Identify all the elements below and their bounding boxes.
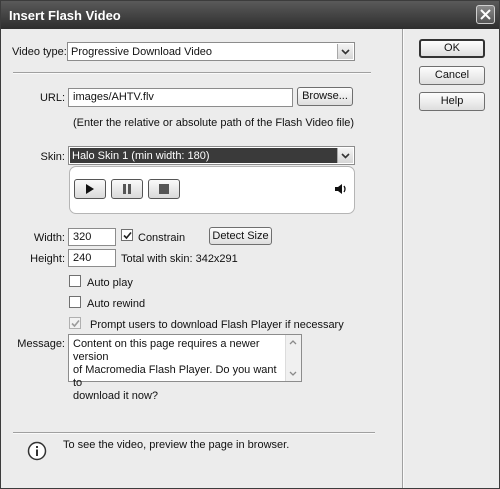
detect-size-button[interactable]: Detect Size (209, 227, 272, 245)
message-text: Content on this page requires a newer ve… (73, 338, 277, 402)
url-label: URL: (39, 92, 65, 104)
url-input[interactable]: images/AHTV.flv (68, 88, 293, 107)
title-bar: Insert Flash Video (1, 1, 499, 29)
volume-icon (335, 184, 346, 194)
top-divider (13, 72, 371, 74)
close-button[interactable] (476, 5, 495, 24)
skin-pause-button (111, 179, 143, 199)
video-type-dropdown-arrow[interactable] (337, 44, 353, 59)
skin-preview (69, 166, 355, 214)
message-label: Message: (17, 338, 65, 350)
skin-play-button (74, 179, 106, 199)
video-type-label: Video type: (12, 46, 67, 58)
url-hint: (Enter the relative or absolute path of … (73, 117, 355, 129)
skin-label: Skin: (40, 151, 65, 163)
video-type-select[interactable]: Progressive Download Video (67, 42, 355, 61)
chevron-down-icon (341, 49, 350, 55)
message-scrollbar[interactable] (285, 335, 301, 381)
skin-select[interactable]: Halo Skin 1 (min width: 180) (68, 146, 355, 165)
width-input[interactable]: 320 (68, 228, 116, 246)
width-label: Width: (33, 232, 65, 244)
scroll-up-icon (289, 340, 297, 345)
checkmark-icon (123, 231, 132, 240)
auto-rewind-label: Auto rewind (87, 298, 146, 310)
height-label: Height: (30, 253, 65, 265)
dialog-title: Insert Flash Video (9, 8, 121, 23)
height-input[interactable]: 240 (68, 249, 116, 267)
vertical-divider (402, 29, 404, 488)
info-icon (27, 441, 47, 461)
skin-dropdown-arrow[interactable] (337, 148, 353, 163)
constrain-checkbox[interactable] (121, 229, 133, 241)
auto-play-label: Auto play (87, 277, 133, 289)
checkmark-icon (71, 319, 80, 328)
chevron-down-icon (341, 153, 350, 159)
insert-flash-video-dialog: Insert Flash Video Video type: Progressi… (0, 0, 500, 489)
skin-stop-button (148, 179, 180, 199)
info-text: To see the video, preview the page in br… (63, 439, 290, 451)
ok-button[interactable]: OK (419, 39, 485, 58)
auto-rewind-checkbox[interactable] (69, 296, 81, 308)
cancel-button[interactable]: Cancel (419, 66, 485, 85)
auto-play-checkbox[interactable] (69, 275, 81, 287)
constrain-label: Constrain (138, 232, 186, 244)
prompt-download-checkbox[interactable] (69, 317, 81, 329)
stop-icon (159, 184, 169, 194)
video-type-value: Progressive Download Video (71, 46, 213, 58)
close-icon (480, 9, 491, 20)
scroll-down-icon (289, 371, 297, 376)
browse-button[interactable]: Browse... (297, 87, 353, 106)
message-textarea[interactable]: Content on this page requires a newer ve… (68, 334, 302, 402)
pause-icon (123, 184, 131, 194)
play-icon (86, 184, 94, 194)
prompt-download-label: Prompt users to download Flash Player if… (90, 319, 344, 331)
total-with-skin-text: Total with skin: 342x291 (121, 253, 238, 265)
help-button[interactable]: Help (419, 92, 485, 111)
skin-value: Halo Skin 1 (min width: 180) (72, 150, 210, 162)
bottom-divider (13, 432, 375, 434)
